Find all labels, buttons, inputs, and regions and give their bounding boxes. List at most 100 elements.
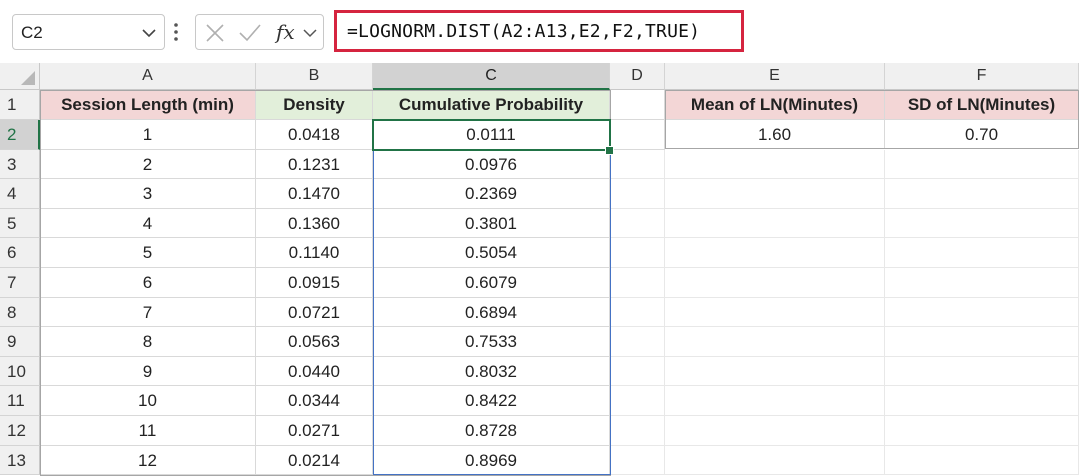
table-cell-c[interactable]: 0.8422 [373,386,610,416]
header-sd-ln[interactable]: SD of LN(Minutes) [885,90,1079,120]
empty-cell[interactable] [610,356,665,387]
empty-cell[interactable] [665,386,885,416]
table-cell-c[interactable]: 0.6079 [373,268,610,298]
table-cell-b[interactable]: 0.0563 [256,327,373,357]
empty-cell[interactable] [885,268,1079,298]
table-cell-c[interactable]: 0.8032 [373,356,610,387]
empty-cell[interactable] [610,179,665,209]
table-cell-c[interactable]: 0.8969 [373,445,610,476]
empty-cell[interactable] [610,268,665,298]
table-cell-b[interactable]: 0.0214 [256,445,373,476]
column-header-b[interactable]: B [256,63,373,90]
formula-input[interactable]: =LOGNORM.DIST(A2:A13,E2,F2,TRUE) [334,10,744,52]
table-cell-b[interactable]: 0.0915 [256,268,373,298]
table-cell-a[interactable]: 12 [40,445,256,476]
table-cell-c[interactable]: 0.2369 [373,179,610,209]
enter-check-icon[interactable] [238,22,262,44]
chevron-down-icon[interactable] [140,24,158,42]
row-header-11[interactable]: 11 [0,386,40,416]
empty-cell[interactable] [885,327,1079,357]
table-cell-c[interactable]: 0.6894 [373,297,610,328]
name-box[interactable]: C2 [12,14,165,50]
empty-cell[interactable] [885,297,1079,328]
empty-cell[interactable] [665,445,885,476]
row-header-10[interactable]: 10 [0,356,40,387]
column-header-c[interactable]: C [373,63,610,90]
row-header-1[interactable]: 1 [0,90,40,120]
empty-cell[interactable] [610,386,665,416]
empty-cell[interactable] [665,327,885,357]
column-header-d[interactable]: D [610,63,665,90]
row-header-3[interactable]: 3 [0,149,40,180]
table-cell-a[interactable]: 3 [40,179,256,209]
table-cell-b[interactable]: 0.1360 [256,208,373,239]
empty-cell[interactable] [610,208,665,239]
empty-cell[interactable] [665,297,885,328]
table-cell-c[interactable]: 0.0976 [373,149,610,180]
empty-cell[interactable] [610,149,665,180]
empty-cell[interactable] [610,416,665,446]
table-cell-a[interactable]: 7 [40,297,256,328]
table-cell-b[interactable]: 0.0418 [256,120,373,150]
empty-cell[interactable] [665,179,885,209]
row-header-9[interactable]: 9 [0,327,40,357]
table-cell-c[interactable]: 0.0111 [373,120,610,150]
table-cell-c[interactable]: 0.8728 [373,416,610,446]
row-header-5[interactable]: 5 [0,208,40,239]
empty-cell[interactable] [885,179,1079,209]
sd-value-cell[interactable]: 0.70 [885,120,1079,149]
table-cell-c[interactable]: 0.7533 [373,327,610,357]
row-header-12[interactable]: 12 [0,416,40,446]
table-cell-c[interactable]: 0.5054 [373,238,610,268]
expand-chevron-icon[interactable] [302,24,318,42]
table-cell-b[interactable]: 0.0271 [256,416,373,446]
column-header-a[interactable]: A [40,63,256,90]
empty-cell[interactable] [885,238,1079,268]
table-cell-b[interactable]: 0.0344 [256,386,373,416]
column-header-f[interactable]: F [885,63,1079,90]
header-density[interactable]: Density [256,90,373,120]
table-cell-a[interactable]: 5 [40,238,256,268]
table-cell-a[interactable]: 10 [40,386,256,416]
fill-handle[interactable] [605,146,614,155]
header-mean-ln[interactable]: Mean of LN(Minutes) [665,90,885,120]
row-header-2[interactable]: 2 [0,120,40,150]
table-cell-a[interactable]: 8 [40,327,256,357]
table-cell-a[interactable]: 2 [40,149,256,180]
table-cell-b[interactable]: 0.0440 [256,356,373,387]
table-cell-a[interactable]: 1 [40,120,256,150]
empty-cell[interactable] [665,356,885,387]
empty-cell[interactable] [610,327,665,357]
table-cell-a[interactable]: 6 [40,268,256,298]
empty-cell[interactable] [665,268,885,298]
cell-d1[interactable] [610,90,665,120]
cancel-icon[interactable] [204,22,226,44]
row-header-6[interactable]: 6 [0,238,40,268]
empty-cell[interactable] [885,416,1079,446]
row-header-8[interactable]: 8 [0,297,40,328]
table-cell-b[interactable]: 0.1140 [256,238,373,268]
table-cell-a[interactable]: 9 [40,356,256,387]
table-cell-c[interactable]: 0.3801 [373,208,610,239]
table-cell-a[interactable]: 4 [40,208,256,239]
table-cell-b[interactable]: 0.0721 [256,297,373,328]
empty-cell[interactable] [885,386,1079,416]
empty-cell[interactable] [610,120,665,150]
empty-cell[interactable] [610,445,665,476]
empty-cell[interactable] [665,238,885,268]
empty-cell[interactable] [665,149,885,180]
empty-cell[interactable] [665,416,885,446]
row-header-7[interactable]: 7 [0,268,40,298]
empty-cell[interactable] [885,356,1079,387]
more-options-icon[interactable] [172,20,180,44]
row-header-4[interactable]: 4 [0,179,40,209]
header-cumulative-probability[interactable]: Cumulative Probability [373,90,610,120]
row-header-13[interactable]: 13 [0,445,40,476]
empty-cell[interactable] [665,208,885,239]
empty-cell[interactable] [885,208,1079,239]
column-header-e[interactable]: E [665,63,885,90]
mean-value-cell[interactable]: 1.60 [665,120,885,149]
empty-cell[interactable] [610,297,665,328]
empty-cell[interactable] [610,238,665,268]
table-cell-b[interactable]: 0.1231 [256,149,373,180]
